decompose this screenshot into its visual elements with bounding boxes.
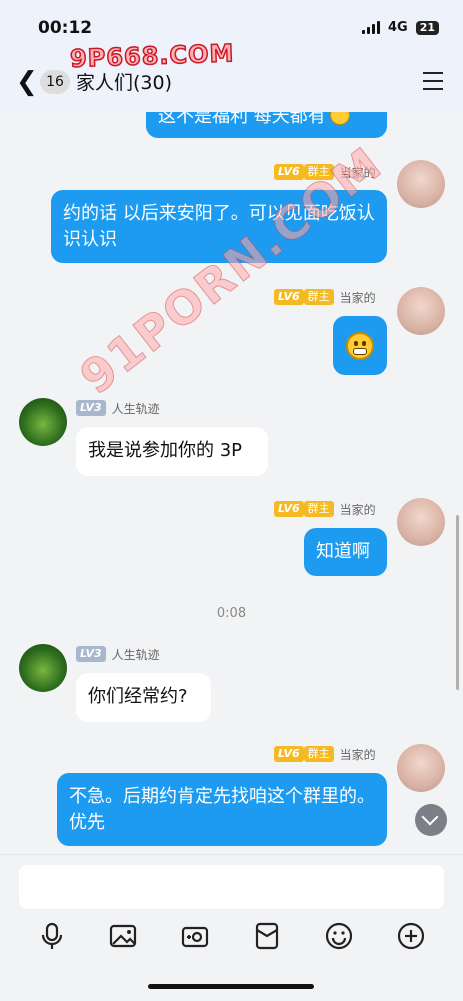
unread-badge[interactable]: 16 [40,70,70,94]
mic-icon[interactable] [37,921,67,951]
role-badge: 群主 [303,289,334,305]
level-badge: LV3 [76,646,106,662]
status-indicators: 4G 21 [361,20,439,35]
status-time: 00:12 [38,18,93,38]
scroll-down-button[interactable] [415,804,447,836]
network-type: 4G [387,20,408,35]
laugh-emoji-icon [329,112,350,125]
sender-name: 当家的 [339,290,376,305]
message-bubble[interactable]: 约的话 以后来安阳了。可以见面吃饭认识认识 [51,190,387,263]
watermark-logo: 9P668.COM [69,38,236,73]
message-meta: LV3 人生轨迹 [76,399,160,417]
message-meta: LV6 群主 当家的 [274,163,376,181]
signal-icon [361,21,380,34]
plus-icon[interactable] [396,921,426,951]
grin-emoji-icon [346,332,374,360]
message-bubble[interactable]: 我是说参加你的 3P [76,427,268,476]
camera-icon[interactable] [180,921,210,951]
sender-name: 当家的 [339,502,376,517]
input-area [0,854,463,1001]
role-badge: 群主 [303,746,334,762]
avatar[interactable] [19,644,67,692]
avatar[interactable] [397,498,445,546]
message-bubble[interactable]: 这不是福利 每天都有 [146,112,387,138]
sender-name: 当家的 [339,747,376,762]
level-badge: LV3 [76,400,106,416]
level-badge: LV6 [274,501,304,517]
avatar[interactable] [397,160,445,208]
avatar[interactable] [397,744,445,792]
back-icon[interactable]: ❮ [16,69,38,95]
role-badge: 群主 [303,164,334,180]
redpacket-icon[interactable] [252,921,282,951]
message-meta: LV6 群主 当家的 [274,500,376,518]
level-badge: LV6 [274,289,304,305]
message-meta: LV6 群主 当家的 [274,288,376,306]
emoji-icon[interactable] [324,921,354,951]
battery-icon: 21 [415,20,439,35]
avatar[interactable] [19,398,67,446]
scrollbar[interactable] [456,515,459,690]
sender-name: 人生轨迹 [111,647,160,662]
message-bubble[interactable]: 不急。后期约肯定先找咱这个群里的。优先 [57,773,387,846]
message-meta: LV3 人生轨迹 [76,645,160,663]
level-badge: LV6 [274,164,304,180]
chevron-down-icon [421,808,439,826]
avatar[interactable] [397,287,445,335]
sender-name: 人生轨迹 [111,401,160,416]
message-bubble[interactable]: 知道啊 [304,528,387,576]
role-badge: 群主 [303,501,334,517]
menu-icon[interactable] [423,72,443,90]
time-separator: 0:08 [216,606,247,621]
message-input[interactable] [19,865,444,909]
image-icon[interactable] [108,921,138,951]
level-badge: LV6 [274,746,304,762]
message-list[interactable]: 这不是福利 每天都有 LV6 群主 当家的 约的话 以后来安阳了。可以见面吃饭认… [0,112,463,854]
home-indicator [148,984,314,989]
message-bubble[interactable] [333,316,387,375]
sender-name: 当家的 [339,165,376,180]
message-meta: LV6 群主 当家的 [274,745,376,763]
message-bubble[interactable]: 你们经常约? [76,673,211,722]
